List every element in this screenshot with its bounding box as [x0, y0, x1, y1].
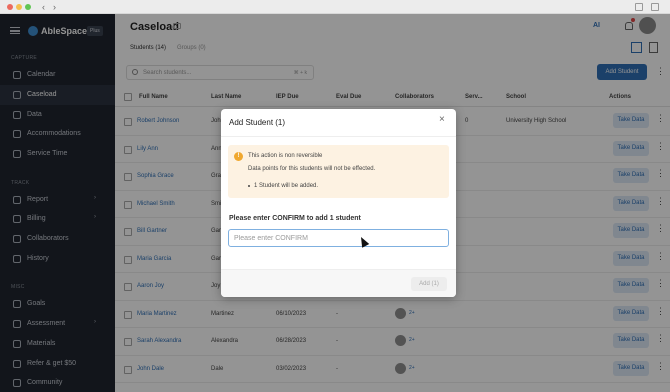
back-chevron-icon[interactable]: ‹ [42, 1, 45, 13]
warning-icon: ! [234, 152, 243, 161]
maximize-window-dot[interactable] [25, 4, 31, 10]
browser-chrome: ‹ › [0, 0, 670, 14]
modal-footer: Add (1) [221, 269, 456, 297]
modal-title: Add Student (1) [229, 118, 286, 127]
warning-list-item: 1 Student will be added. [254, 183, 319, 189]
share-icon[interactable] [635, 3, 643, 11]
warning-body: Data points for this students will not b… [248, 166, 376, 172]
warning-title: This action is non reversible [248, 153, 323, 159]
confirm-input[interactable] [228, 229, 449, 247]
minimize-window-dot[interactable] [16, 4, 22, 10]
bullet [248, 185, 250, 187]
close-icon[interactable]: × [439, 115, 445, 125]
confirm-label: Please enter CONFIRM to add 1 student [229, 215, 361, 222]
warning-box: ! This action is non reversible Data poi… [228, 145, 449, 198]
forward-chevron-icon[interactable]: › [53, 1, 56, 13]
divider [221, 136, 456, 137]
close-window-dot[interactable] [7, 4, 13, 10]
tabs-icon[interactable] [651, 3, 659, 11]
add-button[interactable]: Add (1) [411, 277, 447, 291]
add-student-modal: Add Student (1) × ! This action is non r… [221, 109, 456, 297]
